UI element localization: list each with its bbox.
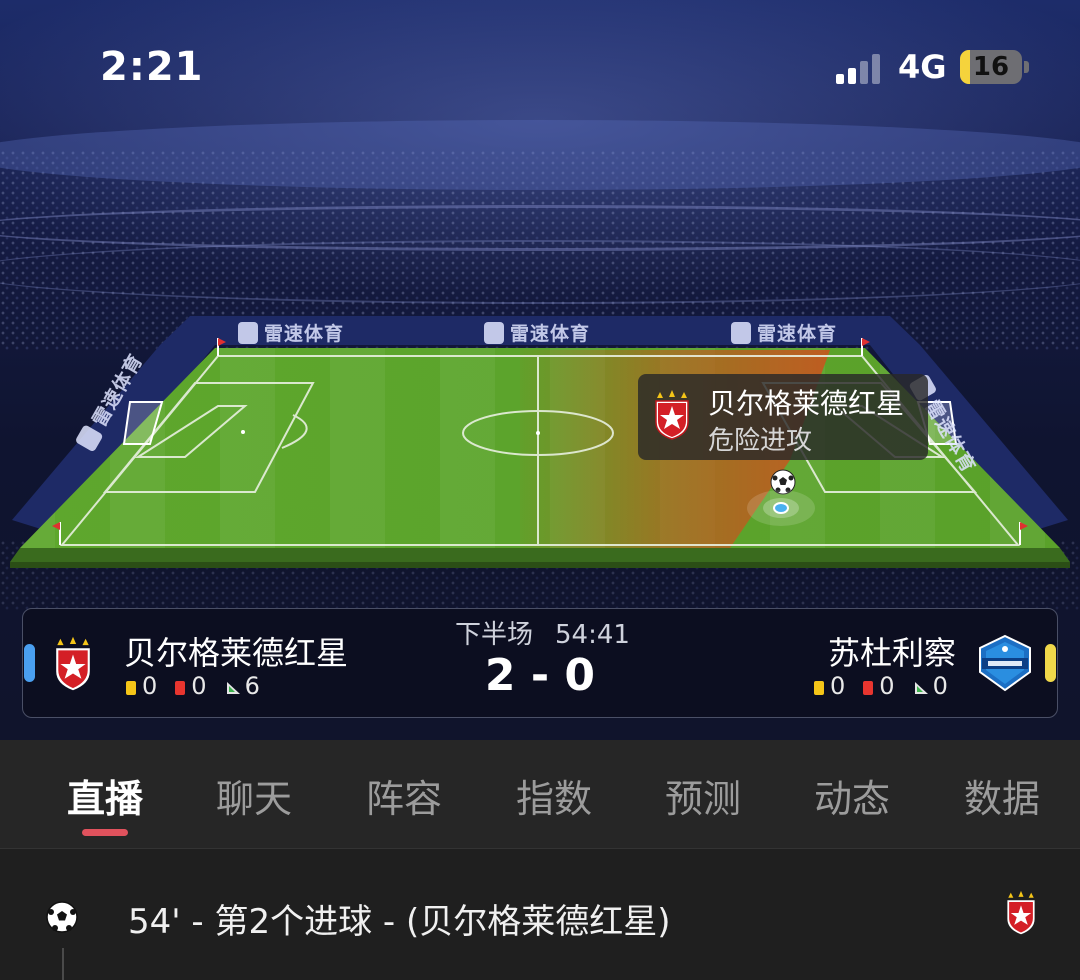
away-team-stats: 0 0 0 [814,672,948,700]
leisu-logo-icon [731,322,751,344]
ad-board-text: 雷速体育 [510,323,591,345]
home-team-name[interactable]: 贝尔格莱德红星 [124,628,348,674]
radnik-badge-icon [979,634,1031,692]
active-tab-indicator [82,829,128,836]
home-corner-count: 6 [244,672,260,700]
tab-updates[interactable]: 动态 [792,768,912,823]
match-half: 下半场 [455,620,534,650]
soccer-ball-icon [46,901,78,933]
dangerous-attack-popup: 贝尔格莱德红星 危险进攻 [638,374,928,460]
red-card-icon [175,681,186,695]
tab-live[interactable]: 直播 [45,768,165,823]
ball-position-marker [747,490,815,526]
tab-prediction[interactable]: 预测 [643,768,763,823]
yellow-card-icon [126,681,136,695]
ad-board-text: 雷速体育 [264,323,345,345]
red-star-badge-icon [56,636,90,691]
away-team-name[interactable]: 苏杜利察 [828,628,956,674]
match-period: 下半场 54:41 [455,614,630,651]
home-yellow-count: 0 [142,672,158,700]
tab-odds[interactable]: 指数 [494,768,614,823]
corner-flag-icon [914,682,928,694]
stand-roof [0,120,1080,190]
home-team-stats: 0 0 6 [126,672,260,700]
away-red-count: 0 [879,672,895,700]
leisu-logo-icon [238,322,258,344]
away-yellow-count: 0 [830,672,846,700]
away-team-indicator [1045,644,1056,682]
leisu-logo-icon [484,322,504,344]
red-star-badge-icon [1007,890,1035,935]
battery-level: 16 [972,52,1010,82]
timeline-line [62,948,64,980]
battery-icon: 16 [960,50,1022,84]
tab-chat[interactable]: 聊天 [194,768,314,823]
match-score: 2 - 0 [484,650,596,701]
tab-stats[interactable]: 数据 [942,768,1062,823]
match-clock: 54:41 [555,620,630,650]
ad-board-text: 雷速体育 [757,323,838,345]
attack-team-name: 贝尔格莱德红星 [708,387,905,420]
red-star-badge-icon [655,390,689,440]
attack-status-label: 危险进攻 [708,426,813,456]
tab-lineup[interactable]: 阵容 [344,768,464,823]
goal-event-text: 54' - 第2个进球 - (贝尔格莱德红星) [128,902,671,942]
away-corner-count: 0 [932,672,948,700]
yellow-card-icon [814,681,824,695]
home-team-indicator [24,644,35,682]
ad-board-center: 雷速体育 [484,319,590,346]
status-time: 2:21 [100,44,204,90]
ad-board-right: 雷速体育 [731,319,837,346]
corner-flag-icon [226,682,240,694]
network-type: 4G [898,48,947,86]
stand-ring-2 [0,240,1080,304]
home-red-count: 0 [191,672,207,700]
signal-icon [836,52,886,84]
red-card-icon [863,681,874,695]
ad-board-left: 雷速体育 [238,319,344,346]
battery-tip [1024,61,1029,73]
